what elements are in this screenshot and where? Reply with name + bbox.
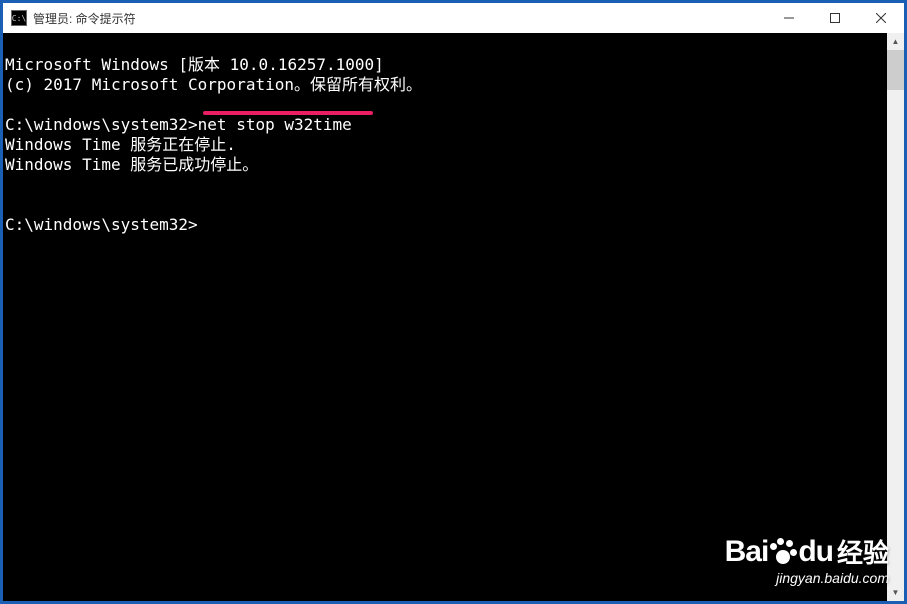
client-area: Microsoft Windows [版本 10.0.16257.1000] (… — [3, 33, 904, 601]
close-button[interactable] — [858, 3, 904, 33]
vertical-scrollbar[interactable]: ▲ ▼ — [887, 33, 904, 601]
window-title: 管理员: 命令提示符 — [33, 10, 136, 27]
console-output[interactable]: Microsoft Windows [版本 10.0.16257.1000] (… — [3, 33, 887, 601]
console-line: Windows Time 服务正在停止. — [5, 135, 236, 154]
titlebar[interactable]: C:\ 管理员: 命令提示符 — [3, 3, 904, 33]
scroll-down-button[interactable]: ▼ — [887, 584, 904, 601]
console-line: Microsoft Windows [版本 10.0.16257.1000] — [5, 55, 384, 74]
minimize-button[interactable] — [766, 3, 812, 33]
scroll-thumb[interactable] — [887, 50, 904, 90]
maximize-button[interactable] — [812, 3, 858, 33]
window-controls — [766, 3, 904, 33]
console-prompt: C:\windows\system32> — [5, 115, 198, 134]
console-line: Windows Time 服务已成功停止。 — [5, 155, 258, 174]
highlight-underline — [203, 111, 373, 115]
console-command: net stop w32time — [198, 115, 352, 134]
cmd-icon: C:\ — [11, 10, 27, 26]
console-line: (c) 2017 Microsoft Corporation。保留所有权利。 — [5, 75, 422, 94]
console-prompt: C:\windows\system32> — [5, 215, 198, 234]
scroll-up-button[interactable]: ▲ — [887, 33, 904, 50]
cmd-window: C:\ 管理员: 命令提示符 Microsoft Windows [版本 10.… — [3, 3, 904, 601]
